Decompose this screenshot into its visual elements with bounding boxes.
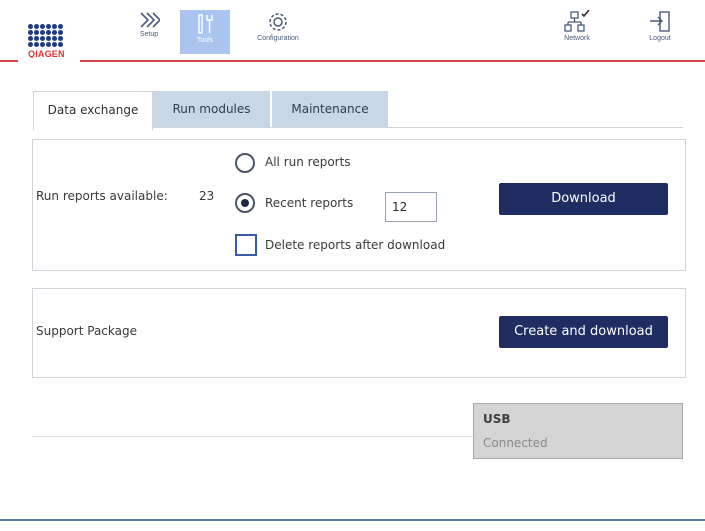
nav-network[interactable]: Network: [552, 8, 602, 56]
double-chevron-right-icon: [140, 12, 160, 28]
nav-setup-label: Setup: [139, 31, 159, 38]
nav-configuration-label: Configuration: [257, 35, 299, 42]
recent-reports-label: Recent reports: [265, 196, 354, 210]
divider: [32, 436, 474, 437]
run-reports-label: Run reports available:: [36, 189, 168, 203]
delete-after-download-checkbox[interactable]: [235, 234, 257, 256]
nav-logout[interactable]: Logout: [635, 8, 685, 56]
delete-after-download-label: Delete reports after download: [265, 238, 446, 252]
usb-title: USB: [483, 412, 511, 426]
create-and-download-button[interactable]: Create and download: [499, 316, 668, 348]
download-button[interactable]: Download: [499, 183, 668, 215]
nav-logout-label: Logout: [649, 35, 671, 42]
qiagen-logo: QIAGEN: [28, 24, 68, 60]
tab-maintenance[interactable]: Maintenance: [272, 91, 388, 127]
logout-icon: [650, 11, 670, 32]
tab-data-exchange[interactable]: Data exchange: [33, 91, 153, 130]
network-icon: [564, 10, 590, 32]
top-bar: QIAGEN Setup Tools Configuration Network…: [0, 0, 705, 62]
footer-divider: [0, 519, 705, 521]
gear-icon: [269, 13, 287, 31]
logo-dots: [28, 24, 68, 47]
nav-tools-label: Tools: [196, 37, 214, 44]
usb-status: Connected: [483, 436, 548, 450]
tab-run-modules[interactable]: Run modules: [153, 91, 270, 127]
tools-icon: [198, 14, 213, 34]
usb-status-box: USB Connected: [473, 403, 683, 459]
header-divider: [0, 60, 705, 62]
nav-network-label: Network: [564, 35, 590, 42]
nav-configuration[interactable]: Configuration: [243, 8, 313, 56]
nav-setup[interactable]: Setup: [129, 8, 169, 56]
run-reports-count: 23: [199, 189, 215, 203]
nav-tools[interactable]: Tools: [180, 10, 230, 54]
all-run-reports-label: All run reports: [265, 155, 351, 169]
recent-reports-radio[interactable]: [235, 193, 255, 213]
support-package-label: Support Package: [36, 324, 137, 338]
all-run-reports-radio[interactable]: [235, 153, 255, 173]
recent-reports-count-input[interactable]: 12: [385, 192, 437, 222]
